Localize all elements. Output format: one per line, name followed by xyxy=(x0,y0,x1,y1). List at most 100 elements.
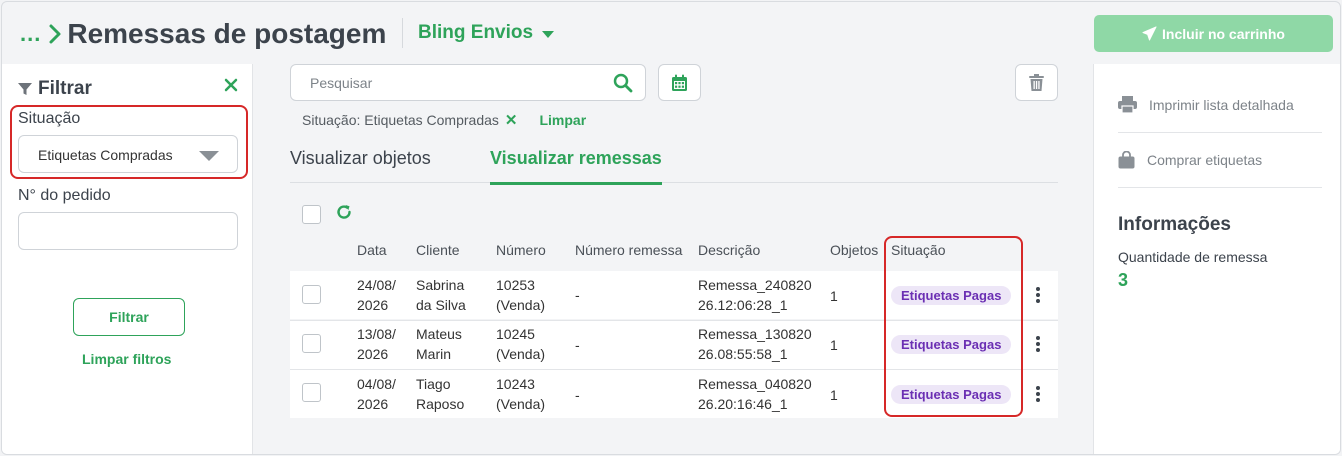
kebab-icon[interactable] xyxy=(1036,287,1040,305)
calendar-icon xyxy=(672,74,687,91)
row-number-line: (Venda) xyxy=(496,396,546,412)
column-header-description: Descrição xyxy=(698,242,761,258)
row-shipment-number: - xyxy=(575,387,580,403)
column-header-objects: Objetos xyxy=(830,242,879,258)
column-header-number: Número xyxy=(496,242,546,258)
kebab-icon[interactable] xyxy=(1036,336,1040,354)
filter-panel: Filtrar Situação Etiquetas Compradas N° … xyxy=(2,64,253,454)
row-shipment-number: - xyxy=(575,287,580,303)
order-number-input[interactable] xyxy=(18,212,238,250)
row-checkbox[interactable] xyxy=(302,334,321,353)
row-client-line: da Silva xyxy=(416,297,466,313)
view-tabs: Visualizar objetos Visualizar remessas xyxy=(290,148,1058,185)
clear-active-filter-link[interactable]: Limpar xyxy=(539,112,586,128)
row-date-line: 24/08/ xyxy=(357,277,396,293)
row-date: 13/08/2026 xyxy=(357,324,396,364)
active-filter-text: Situação: Etiquetas Compradas xyxy=(302,112,499,128)
highlight-status-column xyxy=(884,236,1023,417)
row-date: 04/08/2026 xyxy=(357,374,396,414)
order-number-label: N° do pedido xyxy=(18,187,111,204)
row-number-line: (Venda) xyxy=(496,346,546,362)
row-number-line: 10243 xyxy=(496,376,535,392)
remove-filter-icon[interactable]: ✕ xyxy=(505,111,518,129)
actions-panel: Imprimir lista detalhada Comprar etiquet… xyxy=(1093,64,1340,454)
print-detailed-list-button[interactable]: Imprimir lista detalhada xyxy=(1118,96,1294,113)
row-number-line: 10253 xyxy=(496,277,535,293)
row-description-line: 26.08:55:58_1 xyxy=(698,346,788,362)
shipment-quantity-label: Quantidade de remessa xyxy=(1118,249,1268,265)
row-number: 10253 (Venda) xyxy=(496,275,545,315)
row-description-line: Remessa_240820 xyxy=(698,277,812,293)
date-filter-button[interactable] xyxy=(658,64,701,101)
filter-title-text: Filtrar xyxy=(38,78,92,99)
row-description-line: Remessa_040820 xyxy=(698,376,812,392)
tab-view-objects[interactable]: Visualizar objetos xyxy=(290,148,431,182)
apply-filter-button[interactable]: Filtrar xyxy=(73,298,185,336)
search-placeholder: Pesquisar xyxy=(310,75,373,91)
side-divider xyxy=(1118,187,1322,188)
active-filter-chip: Situação: Etiquetas Compradas ✕ Limpar xyxy=(302,111,586,129)
kebab-icon[interactable] xyxy=(1036,386,1040,404)
row-checkbox[interactable] xyxy=(302,285,321,304)
header-divider xyxy=(402,18,403,48)
row-description-line: 26.12:06:28_1 xyxy=(698,297,788,313)
row-description-line: Remessa_130820 xyxy=(698,326,812,342)
app-frame: ... Remessas de postagem Bling Envios In… xyxy=(1,1,1341,455)
column-header-date: Data xyxy=(357,242,387,258)
clear-filters-link[interactable]: Limpar filtros xyxy=(82,351,171,367)
row-number-line: (Venda) xyxy=(496,297,546,313)
row-client: Mateus Marin xyxy=(416,324,462,364)
delete-button[interactable] xyxy=(1015,64,1058,101)
row-client: Sabrina da Silva xyxy=(416,275,466,315)
header: ... Remessas de postagem Bling Envios In… xyxy=(2,2,1340,64)
row-date-line: 04/08/ xyxy=(357,376,396,392)
row-description: Remessa_040820 26.20:16:46_1 xyxy=(698,374,812,414)
paper-plane-icon xyxy=(1142,26,1157,41)
add-to-cart-label: Incluir no carrinho xyxy=(1162,25,1285,42)
row-client-line: Raposo xyxy=(416,396,465,412)
row-client-line: Sabrina xyxy=(416,277,465,293)
caret-down-icon xyxy=(199,151,219,161)
caret-down-icon xyxy=(542,30,555,38)
tab-view-shipments[interactable]: Visualizar remessas xyxy=(490,148,662,185)
row-description: Remessa_130820 26.08:55:58_1 xyxy=(698,324,812,364)
trash-icon xyxy=(1029,74,1044,91)
row-client: Tiago Raposo xyxy=(416,374,464,414)
row-objects: 1 xyxy=(830,288,838,304)
search-input[interactable]: Pesquisar xyxy=(290,64,646,101)
close-icon[interactable] xyxy=(224,78,238,92)
print-detailed-list-label: Imprimir lista detalhada xyxy=(1149,96,1294,113)
column-header-client: Cliente xyxy=(416,242,460,258)
page-title: Remessas de postagem xyxy=(67,18,387,49)
row-objects: 1 xyxy=(830,387,838,403)
row-client-line: Mateus xyxy=(416,326,462,342)
integration-dropdown[interactable]: Bling Envios xyxy=(418,22,555,44)
breadcrumb: ... Remessas de postagem xyxy=(20,18,386,50)
breadcrumb-back-link[interactable]: ... xyxy=(20,21,41,47)
situacao-label: Situação xyxy=(18,110,81,127)
row-objects: 1 xyxy=(830,337,838,353)
integration-label: Bling Envios xyxy=(418,22,534,43)
situacao-selected-value: Etiquetas Compradas xyxy=(38,147,173,163)
shopping-bag-icon xyxy=(1118,151,1135,169)
row-checkbox[interactable] xyxy=(302,383,321,402)
refresh-icon[interactable] xyxy=(335,203,353,221)
column-header-shipment-number: Número remessa xyxy=(575,242,683,258)
select-all-checkbox[interactable] xyxy=(302,205,321,224)
row-date-line: 2026 xyxy=(357,297,389,313)
search-icon[interactable] xyxy=(613,73,633,93)
info-title: Informações xyxy=(1118,214,1231,235)
row-date-line: 13/08/ xyxy=(357,326,396,342)
row-number-line: 10245 xyxy=(496,326,535,342)
add-to-cart-button[interactable]: Incluir no carrinho xyxy=(1094,15,1333,52)
row-date-line: 2026 xyxy=(357,396,389,412)
row-client-line: Marin xyxy=(416,346,452,362)
row-client-line: Tiago xyxy=(416,376,451,392)
buy-labels-button[interactable]: Comprar etiquetas xyxy=(1118,151,1262,169)
situacao-select[interactable]: Etiquetas Compradas xyxy=(18,135,238,173)
shipment-quantity-value: 3 xyxy=(1118,270,1129,290)
row-number: 10243 (Venda) xyxy=(496,374,545,414)
buy-labels-label: Comprar etiquetas xyxy=(1147,152,1263,168)
row-number: 10245 (Venda) xyxy=(496,324,545,364)
filter-title: Filtrar xyxy=(18,78,92,100)
